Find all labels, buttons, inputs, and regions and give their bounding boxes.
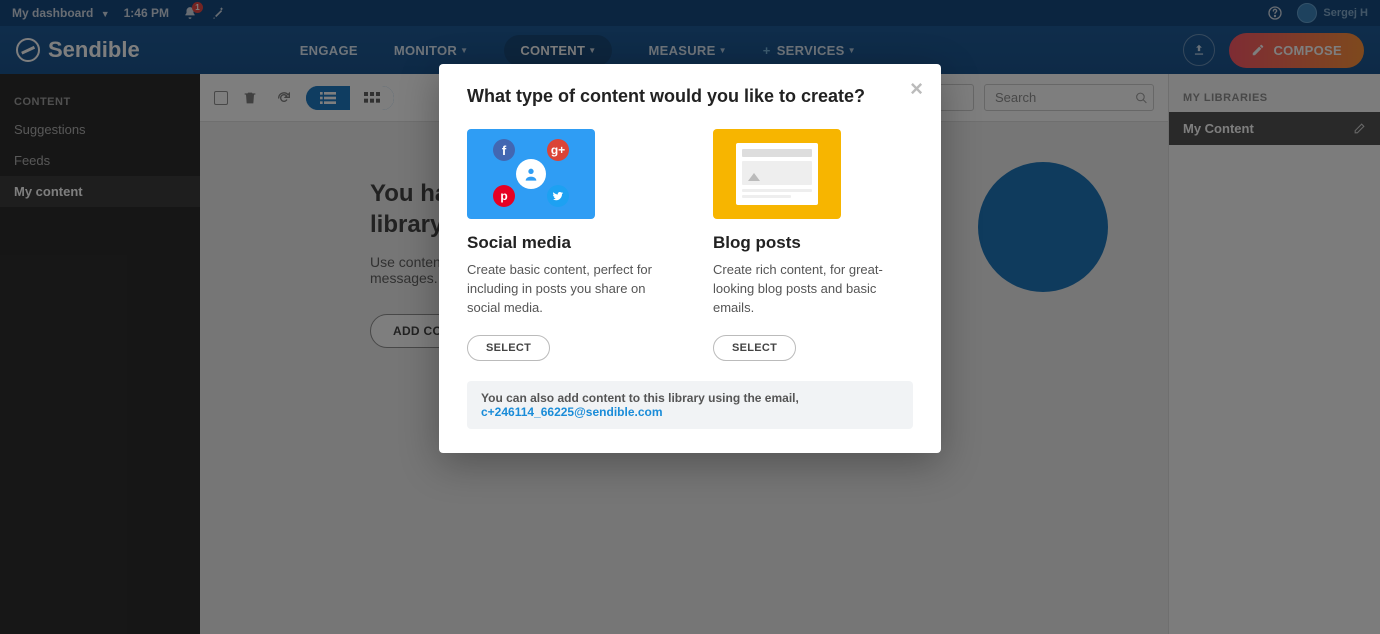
option-title: Social media	[467, 233, 667, 253]
blog-illustration	[713, 129, 841, 219]
option-description: Create basic content, perfect for includ…	[467, 261, 667, 319]
modal-overlay[interactable]: × What type of content would you like to…	[0, 0, 1380, 634]
pinterest-icon: p	[493, 185, 515, 207]
option-social-media: f g+ p Social media Create basic content…	[467, 129, 667, 361]
modal-title: What type of content would you like to c…	[467, 86, 913, 107]
googleplus-icon: g+	[547, 139, 569, 161]
modal-footer: You can also add content to this library…	[467, 381, 913, 429]
select-social-button[interactable]: SELECT	[467, 335, 550, 361]
select-blog-button[interactable]: SELECT	[713, 335, 796, 361]
create-content-modal: × What type of content would you like to…	[439, 64, 941, 453]
person-icon	[516, 159, 546, 189]
option-blog-posts: Blog posts Create rich content, for grea…	[713, 129, 913, 361]
twitter-icon	[547, 185, 569, 207]
modal-close-button[interactable]: ×	[910, 76, 923, 102]
footer-email-link[interactable]: c+246114_66225@sendible.com	[481, 405, 663, 419]
option-title: Blog posts	[713, 233, 913, 253]
footer-text: You can also add content to this library…	[481, 391, 799, 405]
social-media-illustration: f g+ p	[467, 129, 595, 219]
option-description: Create rich content, for great-looking b…	[713, 261, 913, 319]
facebook-icon: f	[493, 139, 515, 161]
